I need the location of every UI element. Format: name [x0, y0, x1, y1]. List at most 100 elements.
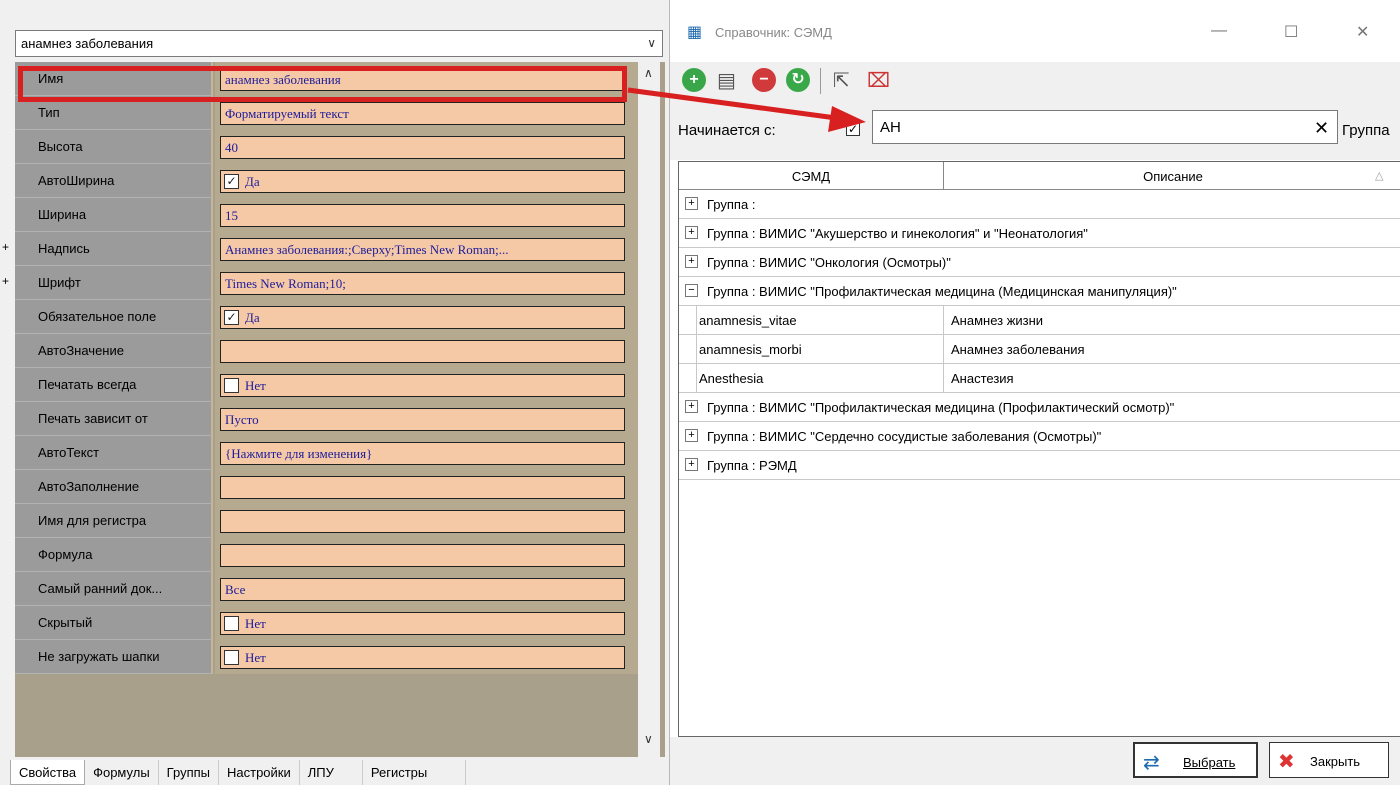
property-value-field[interactable] [220, 340, 625, 363]
delete-icon[interactable]: − [752, 68, 776, 92]
group-row[interactable]: + Группа : [679, 190, 1400, 219]
tab-registers[interactable]: Регистры [362, 760, 467, 785]
expand-plus-icon[interactable]: + [685, 226, 698, 239]
property-row-always-print[interactable]: Печатать всегда Нет [15, 368, 638, 402]
property-label: Надпись [38, 241, 90, 256]
property-value-field[interactable]: {Нажмите для изменения} [220, 442, 625, 465]
element-selector-dropdown[interactable]: анамнез заболевания ∨ [15, 30, 663, 57]
checkbox-checked[interactable]: ✓ [224, 174, 239, 189]
group-row[interactable]: + Группа : РЭМД [679, 451, 1400, 480]
tab-settings[interactable]: Настройки [219, 760, 300, 785]
property-value-field[interactable]: 15 [220, 204, 625, 227]
property-value-field[interactable] [220, 510, 625, 533]
add-icon[interactable]: + [682, 68, 706, 92]
property-label: АвтоЗначение [38, 343, 124, 358]
property-value-field[interactable]: Times New Roman;10; [220, 272, 625, 295]
property-value-field[interactable]: Нет [220, 646, 625, 669]
property-label: Ширина [38, 207, 87, 222]
property-label: Обязательное поле [38, 309, 157, 324]
property-row-autotext[interactable]: АвтоТекст {Нажмите для изменения} [15, 436, 638, 470]
property-row-no-headers[interactable]: Не загружать шапки Нет [15, 640, 638, 674]
property-value-field[interactable] [220, 544, 625, 567]
checkbox-unchecked[interactable] [224, 650, 239, 665]
tab-lpu[interactable]: ЛПУ [299, 760, 363, 785]
property-value-field[interactable] [220, 476, 625, 499]
group-row[interactable]: + Группа : ВИМИС "Онкология (Осмотры)" [679, 248, 1400, 277]
property-row-register-name[interactable]: Имя для регистра [15, 504, 638, 538]
expand-plus-icon[interactable]: + [685, 458, 698, 471]
checkbox-unchecked[interactable] [224, 616, 239, 631]
property-value-field[interactable]: Нет [220, 374, 625, 397]
property-label: Скрытый [38, 615, 93, 630]
property-value-field[interactable]: ✓ Да [220, 170, 625, 193]
select-button[interactable]: ⇄ Выбрать [1133, 742, 1258, 778]
expand-plus-icon[interactable]: + [685, 255, 698, 268]
expand-plus-icon[interactable]: + [2, 240, 9, 254]
property-value-field[interactable]: анамнез заболевания [220, 68, 625, 91]
table-row[interactable]: anamnesis_vitae Анамнез жизни [679, 306, 1400, 335]
close-button[interactable]: ✖ Закрыть [1269, 742, 1389, 778]
property-row-required[interactable]: Обязательное поле ✓ Да [15, 300, 638, 334]
maximize-icon[interactable]: ☐ [1284, 22, 1298, 42]
property-grid-scrollbar[interactable]: ∧ ∨ [638, 62, 660, 757]
property-row-hidden[interactable]: Скрытый Нет [15, 606, 638, 640]
edit-list-icon[interactable]: ▤ [717, 68, 736, 93]
scroll-down-icon[interactable]: ∨ [644, 732, 653, 746]
table-row[interactable]: Anesthesia Анастезия [679, 364, 1400, 393]
scroll-up-icon[interactable]: ∧ [644, 66, 653, 80]
collapse-minus-icon[interactable]: − [685, 284, 698, 297]
property-row-height[interactable]: Высота 40 [15, 130, 638, 164]
property-value-field[interactable]: ✓ Да [220, 306, 625, 329]
property-value-field[interactable]: Анамнез заболевания:;Сверху;Times New Ro… [220, 238, 625, 261]
table-icon: ▦ [687, 24, 703, 41]
property-row-width[interactable]: Ширина 15 [15, 198, 638, 232]
element-selector-value: анамнез заболевания [21, 36, 154, 51]
clear-filter-icon[interactable]: ⌧ [867, 68, 890, 93]
filter-icon[interactable]: ⇱ [833, 68, 850, 93]
property-value-field[interactable]: Пусто [220, 408, 625, 431]
clear-filter-x-icon[interactable]: ✕ [1314, 118, 1329, 139]
property-row-type[interactable]: Тип Форматируемый текст [15, 96, 638, 130]
refresh-icon[interactable]: ↻ [786, 68, 810, 92]
property-row-autovalue[interactable]: АвтоЗначение [15, 334, 638, 368]
tab-properties[interactable]: Свойства [10, 760, 86, 785]
semd-description: Анастезия [951, 371, 1014, 386]
property-label: АвтоТекст [38, 445, 100, 460]
group-row[interactable]: + Группа : ВИМИС "Сердечно сосудистые за… [679, 422, 1400, 451]
property-row-caption[interactable]: Надпись Анамнез заболевания:;Сверху;Time… [15, 232, 638, 266]
properties-panel: анамнез заболевания ∨ Имя анамнез заболе… [0, 0, 668, 785]
close-icon[interactable]: ✕ [1356, 22, 1369, 42]
property-row-formula[interactable]: Формула [15, 538, 638, 572]
property-row-autowidth[interactable]: АвтоШирина ✓ Да [15, 164, 638, 198]
property-row-earliest-doc[interactable]: Самый ранний док... Все [15, 572, 638, 606]
property-row-name[interactable]: Имя анамнез заболевания [15, 62, 638, 96]
expand-plus-icon[interactable]: + [2, 274, 9, 288]
table-row[interactable]: anamnesis_morbi Анамнез заболевания [679, 335, 1400, 364]
property-row-autofill[interactable]: АвтоЗаполнение [15, 470, 638, 504]
dialog-toolbar: + ▤ − ↻ ⇱ ⌧ [670, 62, 1400, 98]
filter-input[interactable]: АН [872, 110, 1338, 144]
checkbox-checked[interactable]: ✓ [224, 310, 239, 325]
tab-groups[interactable]: Группы [158, 760, 219, 785]
property-value-field[interactable]: Все [220, 578, 625, 601]
group-row[interactable]: + Группа : ВИМИС "Профилактическая медиц… [679, 393, 1400, 422]
filter-bar: Начинается с: ✓ АН ✕ Группа [670, 98, 1400, 160]
property-value-field[interactable]: 40 [220, 136, 625, 159]
property-value-field[interactable]: Форматируемый текст [220, 102, 625, 125]
property-label: Печать зависит от [38, 411, 148, 426]
starts-with-checkbox[interactable]: ✓ [846, 122, 860, 136]
property-row-print-depends[interactable]: Печать зависит от Пусто [15, 402, 638, 436]
property-row-font[interactable]: Шрифт Times New Roman;10; [15, 266, 638, 300]
minimize-icon[interactable]: — [1211, 22, 1227, 40]
property-value-field[interactable]: Нет [220, 612, 625, 635]
expand-plus-icon[interactable]: + [685, 429, 698, 442]
column-header-semd[interactable]: СЭМД [679, 162, 944, 190]
group-row-expanded[interactable]: − Группа : ВИМИС "Профилактическая медиц… [679, 277, 1400, 306]
tab-formulas[interactable]: Формулы [85, 760, 159, 785]
chevron-down-icon[interactable]: ∨ [647, 36, 656, 50]
checkbox-unchecked[interactable] [224, 378, 239, 393]
expand-plus-icon[interactable]: + [685, 197, 698, 210]
column-header-description[interactable]: Описание [944, 162, 1400, 190]
expand-plus-icon[interactable]: + [685, 400, 698, 413]
group-row[interactable]: + Группа : ВИМИС "Акушерство и гинеколог… [679, 219, 1400, 248]
